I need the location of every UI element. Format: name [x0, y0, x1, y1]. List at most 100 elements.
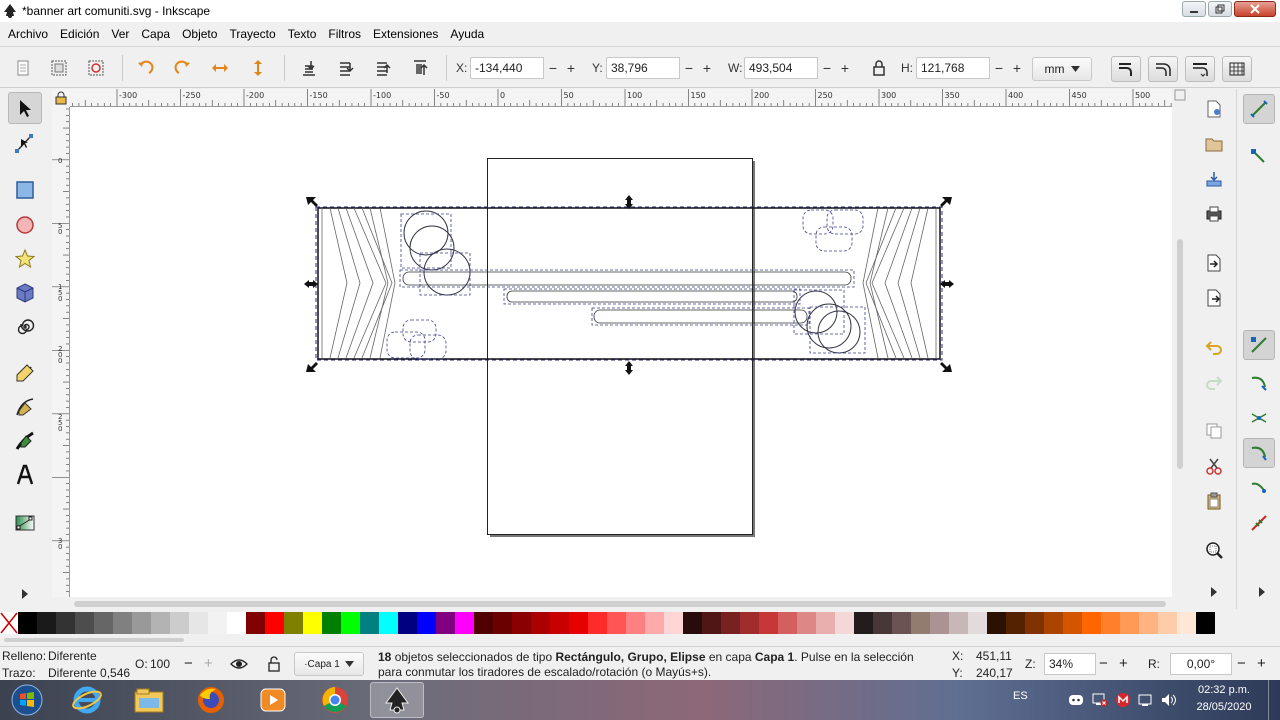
opacity-input[interactable]: 100	[150, 657, 170, 671]
device-tray-icon[interactable]	[1138, 693, 1154, 707]
ellipse-tool[interactable]	[8, 209, 42, 241]
gradient-tool[interactable]	[8, 507, 42, 539]
copy-button[interactable]	[1203, 420, 1225, 442]
snap-bbox-toggle[interactable]	[1243, 142, 1275, 172]
palette-swatch[interactable]	[1101, 612, 1120, 634]
palette-swatch[interactable]	[778, 612, 797, 634]
x-input[interactable]: -134,440	[470, 57, 544, 79]
snap-paths-toggle[interactable]	[1243, 368, 1275, 398]
node-tool[interactable]	[8, 127, 42, 159]
open-button[interactable]	[1203, 133, 1225, 155]
y-increment-button[interactable]: +	[698, 57, 716, 79]
palette-swatch[interactable]	[474, 612, 493, 634]
palette-swatch[interactable]	[892, 612, 911, 634]
palette-swatch[interactable]	[284, 612, 303, 634]
input-language[interactable]: ES	[1013, 690, 1028, 702]
save-button[interactable]	[1203, 168, 1225, 190]
palette-swatch[interactable]	[303, 612, 322, 634]
palette-swatch[interactable]	[189, 612, 208, 634]
palette-swatch[interactable]	[854, 612, 873, 634]
w-increment-button[interactable]: +	[836, 57, 854, 79]
x-decrement-button[interactable]: −	[544, 57, 562, 79]
star-tool[interactable]	[8, 243, 42, 275]
redo-button[interactable]	[1203, 371, 1225, 393]
y-input[interactable]: 38,796	[606, 57, 680, 79]
palette-swatch[interactable]	[417, 612, 436, 634]
palette-swatch[interactable]	[398, 612, 417, 634]
flip-horizontal-button[interactable]	[209, 57, 231, 79]
palette-swatch[interactable]	[1063, 612, 1082, 634]
zoom-out-button[interactable]: −	[1099, 655, 1108, 672]
taskbar-inkscape[interactable]	[370, 682, 424, 718]
paste-button[interactable]	[1203, 490, 1225, 512]
rotation-input[interactable]: 0,00°	[1170, 653, 1232, 675]
ruler-corner-lock[interactable]	[52, 89, 70, 107]
3d-box-tool[interactable]	[8, 277, 42, 309]
lock-proportions-button[interactable]	[868, 57, 890, 79]
menu-ayuda[interactable]: Ayuda	[444, 27, 490, 41]
rotate-ccw-button[interactable]	[134, 57, 156, 79]
pencil-tool[interactable]	[8, 357, 42, 389]
more-snap-button[interactable]	[1251, 581, 1273, 603]
menu-archivo[interactable]: Archivo	[2, 27, 54, 41]
snap-enable-toggle[interactable]	[1243, 94, 1275, 124]
rotate-ccw-small-button[interactable]: −	[1237, 655, 1246, 672]
scale-corners-button[interactable]	[1148, 56, 1178, 82]
fill-value[interactable]: Diferente	[48, 649, 97, 663]
palette-swatch[interactable]	[360, 612, 379, 634]
palette-swatch[interactable]	[550, 612, 569, 634]
snap-nodes-toggle[interactable]	[1243, 330, 1275, 360]
palette-swatch[interactable]	[132, 612, 151, 634]
new-document-button[interactable]	[1203, 98, 1225, 120]
palette-swatch[interactable]	[835, 612, 854, 634]
snap-midpoint-toggle[interactable]	[1243, 508, 1275, 538]
zoom-selection-button[interactable]	[1203, 539, 1225, 561]
palette-swatch[interactable]	[645, 612, 664, 634]
rotate-cw-button[interactable]	[172, 57, 194, 79]
transform-gradients-button[interactable]	[1185, 56, 1215, 82]
palette-swatch[interactable]	[170, 612, 189, 634]
palette-swatch[interactable]	[1196, 612, 1215, 634]
snap-cusp-toggle[interactable]	[1243, 438, 1275, 468]
palette-swatch[interactable]	[1044, 612, 1063, 634]
palette-swatch[interactable]	[1158, 612, 1177, 634]
palette-swatch[interactable]	[664, 612, 683, 634]
text-tool[interactable]	[8, 459, 42, 491]
palette-swatch[interactable]	[94, 612, 113, 634]
selector-tool[interactable]	[8, 92, 42, 124]
taskbar-media-player[interactable]	[246, 682, 300, 718]
spiral-tool[interactable]	[8, 311, 42, 343]
speaker-icon[interactable]	[1160, 693, 1178, 707]
taskbar-file-explorer[interactable]	[122, 682, 176, 718]
cut-button[interactable]	[1203, 455, 1225, 477]
import-button[interactable]	[1203, 252, 1225, 274]
select-all-button[interactable]	[12, 57, 34, 79]
menu-filtros[interactable]: Filtros	[322, 27, 367, 41]
lower-button[interactable]	[334, 57, 356, 79]
close-button[interactable]	[1234, 1, 1276, 17]
lower-to-bottom-button[interactable]	[297, 57, 319, 79]
palette-swatch[interactable]	[246, 612, 265, 634]
flip-vertical-button[interactable]	[247, 57, 269, 79]
raise-button[interactable]	[371, 57, 393, 79]
restore-button[interactable]	[1208, 1, 1232, 17]
palette-swatch[interactable]	[1139, 612, 1158, 634]
opacity-increment-button[interactable]: +	[204, 655, 213, 672]
palette-swatch[interactable]	[930, 612, 949, 634]
x-increment-button[interactable]: +	[562, 57, 580, 79]
layer-select[interactable]: ·Capa 1	[294, 652, 364, 676]
network-disconnected-icon[interactable]	[1092, 693, 1108, 707]
horizontal-scrollbar[interactable]	[52, 597, 1188, 611]
raise-to-top-button[interactable]	[409, 57, 431, 79]
h-input[interactable]: 121,768	[916, 57, 990, 79]
start-button[interactable]	[2, 682, 52, 718]
menu-capa[interactable]: Capa	[135, 27, 176, 41]
no-paint-swatch[interactable]	[0, 612, 18, 634]
clock-time[interactable]: 02:32 p.m.	[1186, 684, 1262, 696]
minimize-button[interactable]	[1182, 1, 1206, 17]
transform-patterns-button[interactable]	[1222, 56, 1252, 82]
palette-scrollbar[interactable]	[0, 634, 1280, 646]
palette-swatch[interactable]	[721, 612, 740, 634]
palette-swatch[interactable]	[683, 612, 702, 634]
palette-swatch[interactable]	[816, 612, 835, 634]
